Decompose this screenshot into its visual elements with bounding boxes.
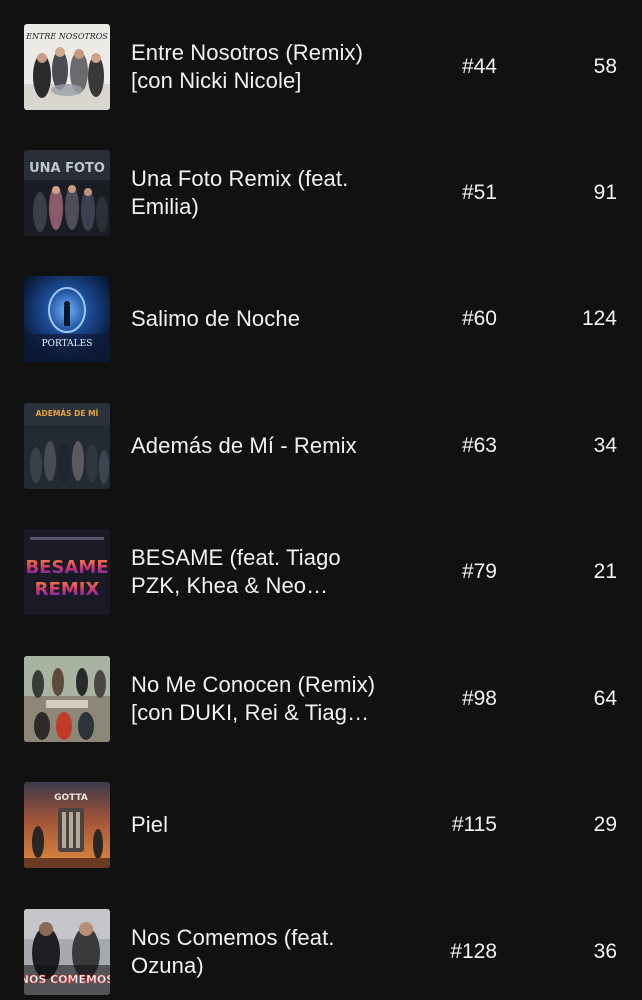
cover-gotta-piel-art: GOTTA	[24, 782, 110, 868]
track-title: Además de Mí - Remix	[131, 433, 357, 458]
track-row[interactable]: ENTRE NOSOTROS Entre Nosotros (Remix) [c…	[0, 0, 642, 126]
play-count: 36	[593, 940, 617, 963]
track-title: Una Foto Remix (feat. Emilia)	[131, 166, 349, 219]
cover-nos-comemos-art: NOS COMEMOS	[24, 909, 110, 995]
chart-rank: #98	[461, 687, 497, 710]
cover-besame-remix-art: BESAME REMIX	[24, 529, 110, 615]
cover-portales-art: PORTALES	[24, 276, 110, 362]
cover-una-foto-art: UNA FOTO	[24, 150, 110, 236]
play-count: 64	[593, 687, 617, 710]
cover-ademas-de-mi-art: ADEMÁS DE MÍ	[24, 403, 110, 489]
play-count: 34	[593, 434, 617, 457]
play-count: 91	[593, 181, 617, 204]
album-cover[interactable]: BESAME REMIX	[24, 529, 110, 615]
play-count: 21	[593, 560, 617, 583]
album-cover[interactable]: GOTTA	[24, 782, 110, 868]
cover-title-text: PORTALES	[42, 339, 93, 349]
play-count: 58	[593, 55, 617, 78]
svg-text:BESAME: BESAME	[25, 557, 108, 578]
chart-rank: #63	[461, 434, 497, 457]
cover-title-text: NOS COMEMOS	[24, 973, 110, 986]
chart-rank: #115	[451, 813, 497, 836]
chart-rank: #51	[461, 181, 497, 204]
play-count: 29	[593, 813, 617, 836]
cover-title-text: GOTTA	[54, 793, 88, 803]
track-list: ENTRE NOSOTROS Entre Nosotros (Remix) [c…	[0, 0, 642, 1000]
track-row[interactable]: ADEMÁS DE MÍ Además de Mí - Remix #63 34	[0, 379, 642, 505]
track-row[interactable]: BESAME REMIX BESAME (feat. Tiago PZK, Kh…	[0, 505, 642, 631]
album-cover[interactable]: ENTRE NOSOTROS	[24, 24, 110, 110]
track-title: Salimo de Noche	[131, 306, 301, 331]
cover-title-text: UNA FOTO	[29, 161, 105, 176]
track-title: Nos Comemos (feat. Ozuna)	[131, 925, 335, 978]
cover-entre-nosotros-art: ENTRE NOSOTROS	[24, 24, 110, 110]
track-title: No Me Conocen (Remix) [con DUKI, Rei & T…	[131, 672, 376, 725]
cover-no-me-conocen-art	[24, 656, 110, 742]
track-row[interactable]: No Me Conocen (Remix) [con DUKI, Rei & T…	[0, 632, 642, 758]
track-title: Piel	[131, 812, 169, 837]
track-row[interactable]: UNA FOTO Una Foto Remix (feat. Emilia) #…	[0, 126, 642, 252]
album-cover[interactable]	[24, 656, 110, 742]
track-row[interactable]: NOS COMEMOS Nos Comemos (feat. Ozuna) #1…	[0, 885, 642, 1000]
track-row[interactable]: PORTALES Salimo de Noche #60 124	[0, 252, 642, 378]
chart-rank: #79	[461, 560, 497, 583]
track-title: Entre Nosotros (Remix) [con Nicki Nicole…	[131, 40, 364, 93]
album-cover[interactable]: UNA FOTO	[24, 150, 110, 236]
cover-title-text: ENTRE NOSOTROS	[25, 32, 108, 41]
album-cover[interactable]: PORTALES	[24, 276, 110, 362]
album-cover[interactable]: NOS COMEMOS	[24, 909, 110, 995]
track-row[interactable]: GOTTA Piel #115 29	[0, 758, 642, 884]
track-title: BESAME (feat. Tiago PZK, Khea & Neo Pist…	[131, 545, 341, 598]
chart-rank: #44	[461, 55, 497, 78]
chart-rank: #60	[461, 307, 497, 330]
album-cover[interactable]: ADEMÁS DE MÍ	[24, 403, 110, 489]
cover-title-text: ADEMÁS DE MÍ	[36, 409, 99, 418]
play-count: 124	[581, 307, 617, 330]
chart-rank: #128	[450, 940, 497, 963]
svg-text:REMIX: REMIX	[35, 579, 100, 600]
